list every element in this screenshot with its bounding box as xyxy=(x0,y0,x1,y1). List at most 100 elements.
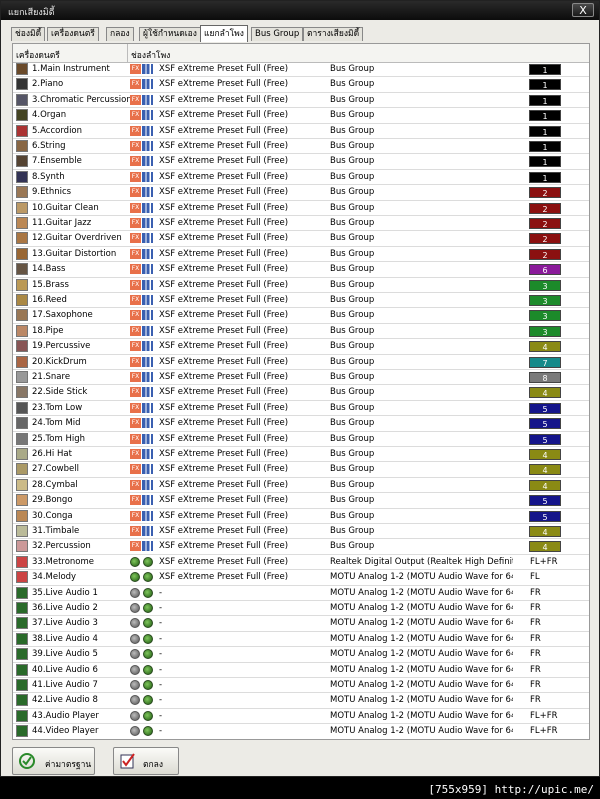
output-device[interactable]: MOTU Analog 1-2 (MOTU Audio Wave for 64 … xyxy=(330,603,513,613)
port-name[interactable]: XSF eXtreme Preset Full (Free) xyxy=(159,310,288,320)
keyboard-icon[interactable] xyxy=(142,187,153,198)
port-name[interactable]: - xyxy=(159,603,162,613)
output-device[interactable]: Bus Group xyxy=(330,387,513,397)
port-name[interactable]: XSF eXtreme Preset Full (Free) xyxy=(159,541,288,551)
output-device[interactable]: MOTU Analog 1-2 (MOTU Audio Wave for 64 … xyxy=(330,665,513,675)
tab-2[interactable]: กลอง xyxy=(106,27,134,41)
table-row[interactable]: 44.Video Player - MOTU Analog 1-2 (MOTU Au… xyxy=(13,724,589,739)
table-row[interactable]: 15.Brass FX XSF eXtreme Preset Full (Free)… xyxy=(13,278,589,293)
keyboard-icon[interactable] xyxy=(142,449,153,459)
group-badge[interactable]: 4 xyxy=(529,526,561,537)
port-name[interactable]: XSF eXtreme Preset Full (Free) xyxy=(159,249,288,259)
table-row[interactable]: 14.Bass FX XSF eXtreme Preset Full (Free) B… xyxy=(13,262,589,278)
output-device[interactable]: MOTU Analog 1-2 (MOTU Audio Wave for 64 … xyxy=(330,572,513,582)
output-device[interactable]: Bus Group xyxy=(330,511,513,521)
output-device[interactable]: Bus Group xyxy=(330,526,513,536)
port-name[interactable]: XSF eXtreme Preset Full (Free) xyxy=(159,357,288,367)
output-device[interactable]: Bus Group xyxy=(330,249,513,259)
output-device[interactable]: Bus Group xyxy=(330,203,513,213)
group-badge[interactable]: 2 xyxy=(529,218,561,229)
fx-icon[interactable]: FX xyxy=(130,341,141,352)
fx-icon[interactable]: FX xyxy=(130,510,141,521)
table-row[interactable]: 19.Percussive FX XSF eXtreme Preset Full (… xyxy=(13,339,589,355)
port-name[interactable]: XSF eXtreme Preset Full (Free) xyxy=(159,295,288,305)
table-row[interactable]: 23.Tom Low FX XSF eXtreme Preset Full (Fre… xyxy=(13,401,589,417)
table-row[interactable]: 27.Cowbell FX XSF eXtreme Preset Full (Fre… xyxy=(13,462,589,478)
group-badge[interactable]: 4 xyxy=(529,464,561,476)
group-badge[interactable]: 1 xyxy=(529,125,561,137)
fx-icon[interactable]: FX xyxy=(130,171,141,182)
fx-icon[interactable]: FX xyxy=(130,526,141,536)
table-row[interactable]: 11.Guitar Jazz FX XSF eXtreme Preset Full … xyxy=(13,216,589,232)
fx-icon[interactable]: FX xyxy=(130,464,141,475)
output-device[interactable]: Bus Group xyxy=(330,79,513,89)
output-device[interactable]: Bus Group xyxy=(330,280,513,290)
port-name[interactable]: XSF eXtreme Preset Full (Free) xyxy=(159,449,288,459)
port-name[interactable]: - xyxy=(159,588,162,598)
output-device[interactable]: Bus Group xyxy=(330,156,513,166)
output-device[interactable]: Bus Group xyxy=(330,403,513,413)
fx-icon[interactable]: FX xyxy=(130,218,141,228)
keyboard-icon[interactable] xyxy=(142,510,153,521)
table-row[interactable]: 10.Guitar Clean FX XSF eXtreme Preset Full… xyxy=(13,201,589,216)
group-badge[interactable]: 4 xyxy=(529,449,561,460)
output-device[interactable]: Bus Group xyxy=(330,187,513,197)
fx-icon[interactable]: FX xyxy=(130,202,141,213)
keyboard-icon[interactable] xyxy=(142,264,153,275)
fx-icon[interactable]: FX xyxy=(130,433,141,444)
group-badge[interactable]: 1 xyxy=(529,171,561,183)
keyboard-icon[interactable] xyxy=(142,279,153,290)
table-row[interactable]: 1.Main Instrument FX XSF eXtreme Preset Fu… xyxy=(13,62,589,78)
port-name[interactable]: - xyxy=(159,711,162,721)
fx-icon[interactable]: FX xyxy=(130,94,141,105)
output-device[interactable]: Bus Group xyxy=(330,341,513,351)
group-badge[interactable]: 5 xyxy=(529,418,561,430)
port-name[interactable]: - xyxy=(159,634,162,644)
group-badge[interactable]: 5 xyxy=(529,402,561,414)
port-name[interactable]: - xyxy=(159,695,162,705)
fx-icon[interactable]: FX xyxy=(130,156,141,167)
group-badge[interactable]: 1 xyxy=(529,156,561,168)
table-row[interactable]: 35.Live Audio 1 - MOTU Analog 1-2 (MOTU Au… xyxy=(13,586,589,601)
group-badge[interactable]: 1 xyxy=(529,141,561,152)
output-device[interactable]: Bus Group xyxy=(330,372,513,382)
tab-1[interactable]: เครื่องดนตรี xyxy=(47,27,99,41)
speaker-channel[interactable]: FR xyxy=(530,680,541,690)
fx-icon[interactable]: FX xyxy=(130,264,141,275)
group-badge[interactable]: 3 xyxy=(529,325,561,337)
table-row[interactable]: 40.Live Audio 6 - MOTU Analog 1-2 (MOTU Au… xyxy=(13,663,589,678)
table-row[interactable]: 39.Live Audio 5 - MOTU Analog 1-2 (MOTU Au… xyxy=(13,647,589,663)
tab-3[interactable]: ผู้ใช้กำหนดเอง xyxy=(139,27,201,41)
table-row[interactable]: 6.String FX XSF eXtreme Preset Full (Free)… xyxy=(13,139,589,155)
fx-icon[interactable]: FX xyxy=(130,325,141,336)
table-row[interactable]: 43.Audio Player - MOTU Analog 1-2 (MOTU Au… xyxy=(13,709,589,725)
status-led-icon[interactable] xyxy=(143,710,153,721)
table-row[interactable]: 9.Ethnics FX XSF eXtreme Preset Full (Free… xyxy=(13,185,589,201)
output-device[interactable]: Bus Group xyxy=(330,541,513,551)
output-device[interactable]: Bus Group xyxy=(330,233,513,243)
status-led-icon[interactable] xyxy=(130,572,140,583)
port-name[interactable]: XSF eXtreme Preset Full (Free) xyxy=(159,126,288,136)
table-row[interactable]: 22.Side Stick FX XSF eXtreme Preset Full (… xyxy=(13,385,589,401)
port-name[interactable]: XSF eXtreme Preset Full (Free) xyxy=(159,434,288,444)
keyboard-icon[interactable] xyxy=(142,218,153,228)
group-badge[interactable]: 8 xyxy=(529,372,561,383)
keyboard-icon[interactable] xyxy=(142,372,153,382)
port-name[interactable]: XSF eXtreme Preset Full (Free) xyxy=(159,95,288,105)
port-name[interactable]: - xyxy=(159,618,162,628)
fx-icon[interactable]: FX xyxy=(130,295,141,305)
speaker-channel[interactable]: FL+FR xyxy=(530,711,558,721)
output-device[interactable]: Bus Group xyxy=(330,434,513,444)
status-led-icon[interactable] xyxy=(130,603,140,613)
group-badge[interactable]: 2 xyxy=(529,187,561,199)
status-led-icon[interactable] xyxy=(143,726,153,737)
fx-icon[interactable]: FX xyxy=(130,64,141,74)
output-device[interactable]: Bus Group xyxy=(330,480,513,490)
keyboard-icon[interactable] xyxy=(142,356,153,367)
keyboard-icon[interactable] xyxy=(142,464,153,475)
table-row[interactable]: 33.Metronome XSF eXtreme Preset Full (Fre… xyxy=(13,555,589,571)
status-led-icon[interactable] xyxy=(143,572,153,583)
table-row[interactable]: 38.Live Audio 4 - MOTU Analog 1-2 (MOTU Au… xyxy=(13,632,589,648)
output-device[interactable]: Bus Group xyxy=(330,172,513,182)
status-led-icon[interactable] xyxy=(130,680,140,690)
